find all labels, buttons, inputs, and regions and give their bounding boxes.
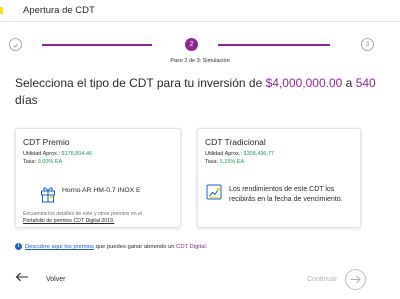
- step-caption: Paso 2 de 3: Simulación: [0, 58, 400, 64]
- back-arrow-icon[interactable]: [15, 272, 29, 282]
- brand-accent: [0, 7, 3, 14]
- premios-info: i Descubre aquí los premios que puedes ga…: [15, 243, 207, 253]
- tasa-value: 5.15% EA: [219, 159, 245, 165]
- tasa-line: Tasa: 3.00% EA: [23, 159, 62, 165]
- utilidad-line: Utilidad Aprox.: $178,804.46: [23, 151, 92, 157]
- stepper: 2 3: [0, 37, 400, 53]
- back-button[interactable]: Volver: [46, 276, 65, 283]
- check-icon: [13, 43, 19, 48]
- prize-name: Horno AR HM-0.7 INOX E: [62, 187, 141, 194]
- step-1-complete: [9, 38, 22, 51]
- tasa-label: Tasa:: [205, 159, 220, 165]
- investment-amount: $4,000,000.00: [265, 76, 343, 90]
- tasa-value: 3.00% EA: [37, 159, 63, 165]
- growth-chart-icon: [206, 184, 222, 200]
- utilidad-value: $308,496.77: [243, 151, 275, 157]
- cdt-tradicional-card[interactable]: CDT Tradicional Utilidad Aprox.: $308,49…: [197, 128, 361, 228]
- tasa-label: Tasa:: [23, 159, 38, 165]
- utilidad-line: Utilidad Aprox.: $308,496.77: [205, 151, 274, 157]
- utilidad-label: Utilidad Aprox.:: [205, 151, 244, 157]
- cdt-digital-text: CDT Digital.: [176, 244, 208, 251]
- card-title: CDT Tradicional: [205, 137, 266, 147]
- term-days-label: días: [15, 93, 38, 107]
- term-days-value: 540: [355, 76, 376, 90]
- heading-prefix: Selecciona el tipo de CDT para tu invers…: [15, 76, 266, 90]
- step-2-current: 2: [185, 38, 198, 51]
- premio-footer: Encuentra los detalles de este y otros p…: [23, 211, 178, 225]
- stepper-line-1: [42, 44, 152, 46]
- cdt-premio-card[interactable]: CDT Premio Utilidad Aprox.: $178,804.46 …: [15, 128, 181, 228]
- discover-premios-link[interactable]: Descubre aquí los premios: [25, 244, 94, 250]
- premios-portfolio-link[interactable]: Portafolio de premios CDT Digital 2019.: [23, 218, 114, 224]
- utilidad-value: $178,804.46: [61, 151, 93, 157]
- heading-mid: a: [342, 76, 356, 90]
- top-bar: Apertura de CDT: [0, 0, 400, 22]
- tasa-line: Tasa: 5.15% EA: [205, 159, 244, 165]
- step-caption-prefix: Paso 2 de 3:: [170, 58, 202, 64]
- step-3-pending: 3: [361, 38, 374, 51]
- continue-label: Continuar: [307, 276, 338, 283]
- forward-arrow-icon: [350, 275, 361, 284]
- gift-icon: [41, 187, 55, 203]
- continue-button[interactable]: [345, 269, 366, 290]
- stepper-line-2: [218, 44, 330, 46]
- info-text: que puedes ganar abriendo un: [93, 244, 177, 251]
- step-caption-name: Simulación: [202, 58, 230, 64]
- tradicional-description: Los rendimientos de este CDT los recibir…: [229, 186, 343, 203]
- info-icon: i: [15, 243, 22, 250]
- premio-footer-text: Encuentra los detalles de este y otros p…: [23, 211, 143, 217]
- utilidad-label: Utilidad Aprox.:: [23, 151, 62, 157]
- simulation-heading: Selecciona el tipo de CDT para tu invers…: [15, 75, 395, 109]
- page-title: Apertura de CDT: [23, 5, 95, 16]
- card-title: CDT Premio: [23, 137, 70, 147]
